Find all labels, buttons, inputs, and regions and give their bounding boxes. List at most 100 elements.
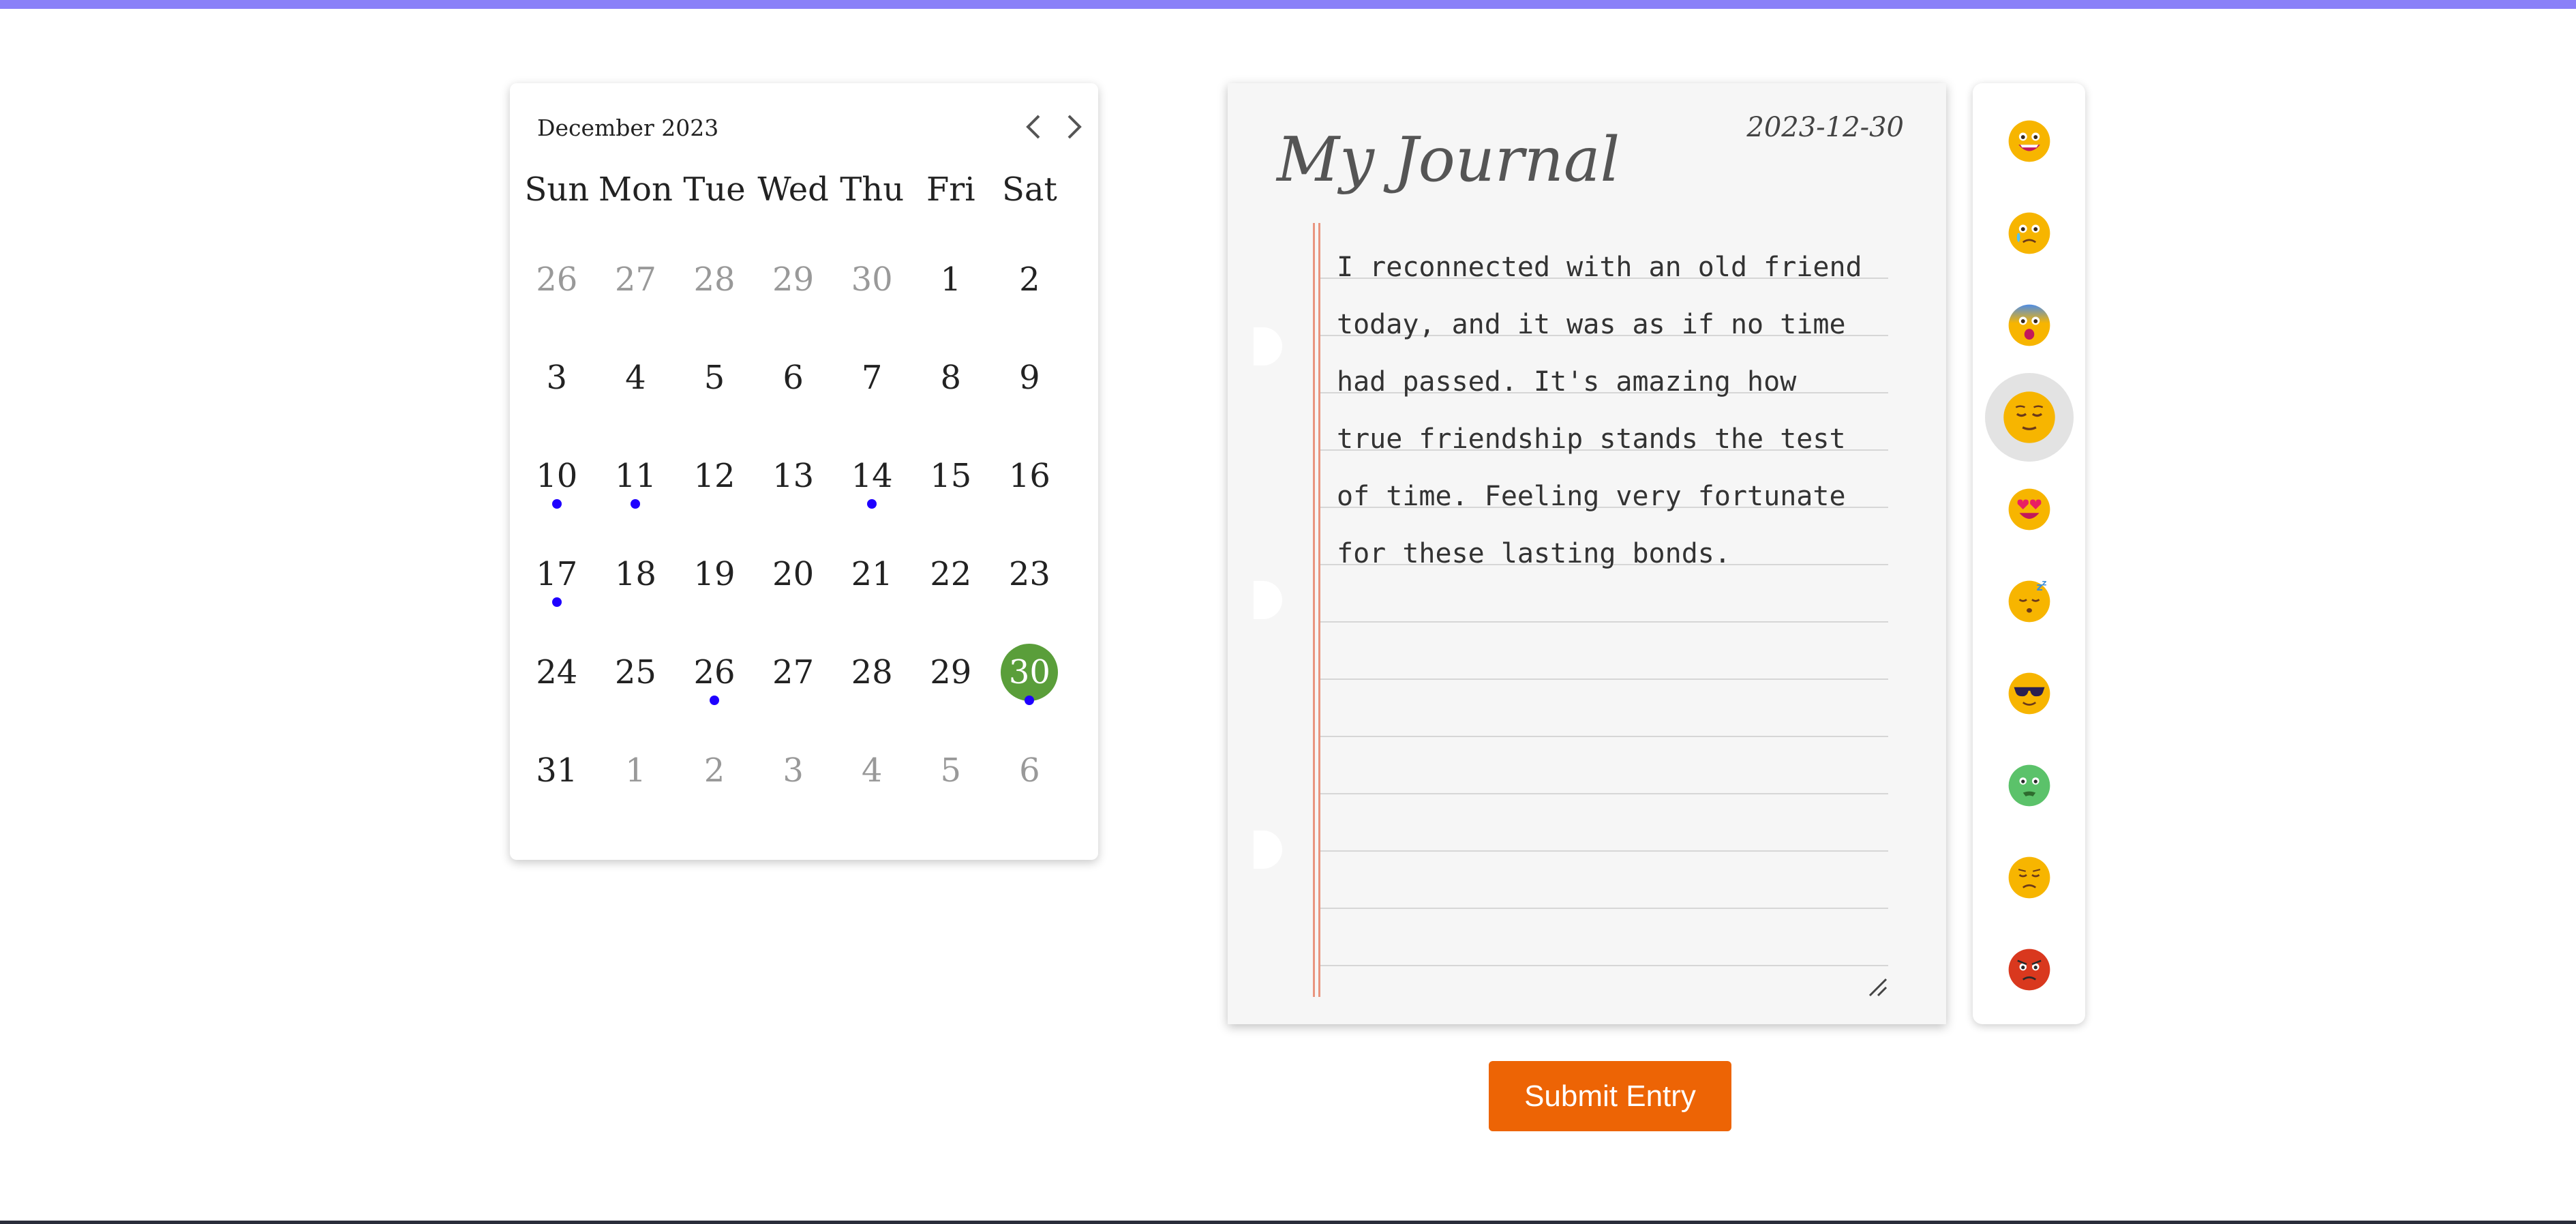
calendar-day[interactable]: 10 <box>517 442 596 510</box>
calendar-day[interactable]: 6 <box>754 344 833 412</box>
calendar-day[interactable]: 3 <box>517 344 596 412</box>
mood-option-button[interactable] <box>1985 649 2074 738</box>
calendar-day[interactable]: 18 <box>596 540 676 608</box>
calendar-day-number: 10 <box>536 457 578 495</box>
calendar-day[interactable]: 19 <box>675 540 754 608</box>
calendar-day[interactable]: 15 <box>911 442 990 510</box>
calendar-day-number: 29 <box>930 653 972 691</box>
calendar-day-number: 31 <box>536 751 578 790</box>
journal-title: My Journal <box>1277 124 1620 196</box>
calendar-day[interactable]: 3 <box>754 736 833 805</box>
chevron-right-icon <box>1067 115 1082 139</box>
ruled-line <box>1320 793 1888 794</box>
calendar-day[interactable]: 6 <box>990 736 1070 805</box>
calendar-day[interactable]: 27 <box>596 245 676 314</box>
calendar-day[interactable]: 7 <box>832 344 911 412</box>
calendar-day-number: 2 <box>703 751 725 790</box>
calendar-day[interactable]: 23 <box>990 540 1070 608</box>
calendar-day-number: 17 <box>536 555 578 593</box>
calendar-day[interactable]: 12 <box>675 442 754 510</box>
calendar-day[interactable]: 8 <box>911 344 990 412</box>
entry-indicator-dot <box>867 499 877 509</box>
calendar-day[interactable]: 13 <box>754 442 833 510</box>
fearful-face-icon <box>2008 304 2050 346</box>
calendar-day-number: 24 <box>536 653 578 691</box>
mood-option-button[interactable] <box>1985 189 2074 278</box>
resize-handle-icon[interactable] <box>1867 976 1888 997</box>
grinning-face-icon <box>2008 120 2050 162</box>
calendar-day-number: 2 <box>1019 260 1040 299</box>
ruled-line <box>1320 908 1888 909</box>
calendar-day-number: 12 <box>693 457 736 495</box>
mood-option-button[interactable] <box>1985 281 2074 370</box>
calendar-day-number: 9 <box>1019 359 1040 397</box>
calendar-day[interactable]: 4 <box>596 344 676 412</box>
calendar-day-number: 1 <box>940 260 962 299</box>
calendar-day[interactable]: 31 <box>517 736 596 805</box>
calendar-day[interactable]: 30 <box>832 245 911 314</box>
calendar-day[interactable]: 16 <box>990 442 1070 510</box>
calendar-day[interactable]: 27 <box>754 638 833 706</box>
calendar-day[interactable]: 1 <box>911 245 990 314</box>
journal-entry-textarea[interactable]: I reconnected with an old friend today, … <box>1337 239 1875 582</box>
svg-text:z: z <box>2042 579 2046 587</box>
calendar-day[interactable]: 2 <box>675 736 754 805</box>
calendar-day[interactable]: 17 <box>517 540 596 608</box>
calendar-day-number: 23 <box>1008 555 1050 593</box>
margin-line <box>1318 223 1320 997</box>
heart-eyes-face-icon <box>2008 488 2050 531</box>
mood-option-button[interactable] <box>1985 465 2074 554</box>
calendar-day-number: 3 <box>783 751 804 790</box>
mood-option-button[interactable]: zz <box>1985 557 2074 646</box>
calendar-day[interactable]: 14 <box>832 442 911 510</box>
prev-month-button[interactable] <box>1020 110 1047 143</box>
calendar-day[interactable]: 26 <box>517 245 596 314</box>
journal-page: My Journal 2023-12-30 I reconnected with… <box>1228 83 1946 1024</box>
ruled-line <box>1320 621 1888 623</box>
submit-entry-button[interactable]: Submit Entry <box>1489 1061 1731 1131</box>
weekday-header-row: Sun Mon Tue Wed Thu Fri Sat <box>510 170 1098 225</box>
calendar-day-number: 26 <box>693 653 736 691</box>
mood-option-button[interactable] <box>1984 373 2074 462</box>
calendar-day[interactable]: 5 <box>911 736 990 805</box>
calendar-day[interactable]: 11 <box>596 442 676 510</box>
mood-option-button[interactable] <box>1985 833 2074 922</box>
mood-option-button[interactable] <box>1985 741 2074 830</box>
calendar-day-number: 21 <box>851 555 893 593</box>
calendar-day-number: 28 <box>693 260 736 299</box>
calendar-day[interactable]: 20 <box>754 540 833 608</box>
calendar-day[interactable]: 4 <box>832 736 911 805</box>
calendar-day[interactable]: 1 <box>596 736 676 805</box>
calendar-day[interactable]: 22 <box>911 540 990 608</box>
calendar-day[interactable]: 9 <box>990 344 1070 412</box>
calendar-month-label: December 2023 <box>537 115 719 141</box>
calendar-day[interactable]: 28 <box>675 245 754 314</box>
calendar-day-number: 4 <box>861 751 883 790</box>
calendar-day[interactable]: 26 <box>675 638 754 706</box>
weekday-label: Tue <box>683 170 746 209</box>
calendar-day-number: 18 <box>614 555 656 593</box>
calendar-day-number: 15 <box>930 457 972 495</box>
calendar-day[interactable]: 29 <box>754 245 833 314</box>
next-month-button[interactable] <box>1061 110 1088 143</box>
calendar-day[interactable]: 25 <box>596 638 676 706</box>
calendar-day[interactable]: 29 <box>911 638 990 706</box>
calendar-day-number: 19 <box>693 555 736 593</box>
mood-option-button[interactable] <box>1985 97 2074 185</box>
calendar-day-selected[interactable]: 30 <box>990 638 1070 706</box>
sleeping-face-icon: zz <box>2008 579 2050 623</box>
mood-option-button[interactable] <box>1985 925 2074 1014</box>
entry-indicator-dot <box>709 696 719 705</box>
weekday-label: Wed <box>757 170 829 209</box>
calendar-day[interactable]: 28 <box>832 638 911 706</box>
calendar-day-number: 11 <box>614 457 656 495</box>
calendar-day[interactable]: 21 <box>832 540 911 608</box>
calendar-day[interactable]: 5 <box>675 344 754 412</box>
sunglasses-face-icon <box>2008 672 2050 715</box>
calendar-day[interactable]: 24 <box>517 638 596 706</box>
weekday-label: Sun <box>524 170 590 209</box>
calendar-day-number: 5 <box>703 359 725 397</box>
calendar-day[interactable]: 2 <box>990 245 1070 314</box>
calendar-day-number: 14 <box>851 457 893 495</box>
relieved-face-icon <box>2003 391 2055 443</box>
